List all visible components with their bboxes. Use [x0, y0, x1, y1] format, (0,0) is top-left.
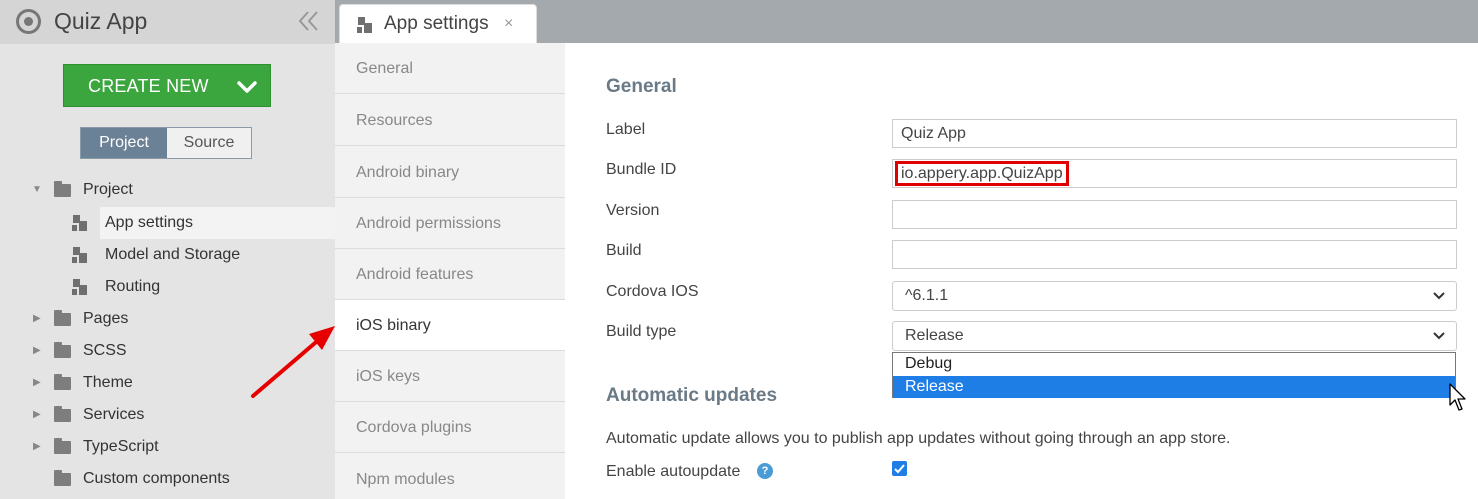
folder-icon [54, 310, 71, 326]
help-icon[interactable]: ? [757, 463, 773, 479]
nav-item-resources[interactable]: Resources [335, 95, 565, 146]
mouse-cursor-icon [1449, 383, 1466, 411]
nav-item-ios-keys[interactable]: iOS keys [335, 351, 565, 402]
bundle-id-value-highlight: io.appery.app.QuizApp [895, 161, 1069, 186]
folder-icon [54, 181, 71, 197]
tab-label: App settings [384, 13, 489, 34]
settings-file-icon [357, 17, 372, 33]
nav-item-cordova-plugins[interactable]: Cordova plugins [335, 402, 565, 453]
checkmark-icon [894, 464, 905, 474]
create-new-label: CREATE NEW [88, 76, 209, 96]
sidebar: Quiz App CREATE NEW Project Source ▼ Pro… [0, 0, 335, 499]
folder-icon [54, 438, 71, 454]
section-title-general: General [606, 76, 677, 97]
caret-right-icon[interactable]: ▶ [33, 304, 41, 334]
label-field-label: Label [606, 121, 646, 138]
automatic-updates-description: Automatic update allows you to publish a… [606, 430, 1231, 447]
version-label: Version [606, 202, 660, 219]
tab-app-settings[interactable]: App settings × [339, 4, 537, 43]
build-type-value: Release [905, 327, 964, 344]
section-title-automatic-updates: Automatic updates [606, 385, 778, 406]
cordova-ios-select[interactable]: ^6.1.1 [892, 281, 1457, 311]
source-view-button[interactable]: Source [167, 128, 251, 158]
chevron-down-icon [1433, 292, 1445, 300]
build-type-dropdown: Debug Release [892, 352, 1456, 398]
create-new-button[interactable]: CREATE NEW [63, 64, 271, 107]
app-title: Quiz App [54, 8, 148, 34]
tree-item-model-storage[interactable]: Model and Storage [0, 240, 335, 270]
tree-item-label: Theme [83, 374, 133, 391]
version-input[interactable] [892, 200, 1457, 229]
tree-item-label: TypeScript [83, 438, 159, 455]
settings-form: General Label Quiz App Bundle ID io.appe… [565, 43, 1478, 499]
enable-autoupdate-checkbox[interactable] [892, 461, 907, 476]
bundle-id-label: Bundle ID [606, 161, 677, 178]
nav-item-android-permissions[interactable]: Android permissions [335, 198, 565, 249]
tree-item-custom-components[interactable]: Custom components [0, 464, 335, 494]
build-type-label: Build type [606, 323, 677, 340]
tree-item-theme[interactable]: ▶ Theme [0, 368, 335, 398]
chevron-down-icon [237, 81, 257, 93]
caret-right-icon[interactable]: ▶ [33, 400, 41, 430]
tree-item-label: App settings [105, 214, 194, 231]
caret-right-icon[interactable]: ▶ [33, 432, 41, 462]
collapse-sidebar-icon[interactable] [296, 8, 322, 38]
build-input[interactable] [892, 240, 1457, 269]
tree-item-label: Custom components [83, 470, 230, 487]
tree-item-label: Project [83, 181, 133, 198]
tree-item-label: Services [83, 406, 145, 423]
view-toggle: Project Source [80, 127, 252, 159]
nav-item-general[interactable]: General [335, 43, 565, 94]
tree-item-label: Pages [83, 310, 129, 327]
tree-item-routing[interactable]: Routing [0, 272, 335, 302]
nav-item-android-binary[interactable]: Android binary [335, 147, 565, 198]
chevron-down-icon [1433, 332, 1445, 340]
tree-item-label: SCSS [83, 342, 127, 359]
caret-down-icon[interactable]: ▼ [32, 175, 42, 205]
folder-icon [54, 342, 71, 358]
routing-file-icon [72, 279, 87, 295]
cordova-ios-label: Cordova IOS [606, 283, 699, 300]
model-file-icon [72, 247, 87, 263]
tree-item-app-settings[interactable]: App settings [0, 208, 335, 238]
label-input[interactable]: Quiz App [892, 119, 1457, 148]
project-view-button[interactable]: Project [81, 128, 167, 158]
tree-item-project[interactable]: ▼ Project [0, 175, 335, 205]
tree-item-scss[interactable]: ▶ SCSS [0, 336, 335, 366]
folder-icon [54, 470, 71, 486]
tree-item-services[interactable]: ▶ Services [0, 400, 335, 430]
nav-item-npm-modules[interactable]: Npm modules [335, 454, 565, 499]
editor-tab-bar: App settings × [335, 0, 1478, 43]
option-debug[interactable]: Debug [893, 353, 1455, 375]
close-icon[interactable]: × [504, 15, 513, 33]
settings-nav: General Resources Android binary Android… [335, 43, 565, 499]
folder-icon [54, 406, 71, 422]
build-type-select[interactable]: Release [892, 321, 1457, 351]
settings-file-icon [72, 215, 87, 231]
option-release[interactable]: Release [893, 376, 1455, 398]
caret-right-icon[interactable]: ▶ [33, 368, 41, 398]
tree-item-pages[interactable]: ▶ Pages [0, 304, 335, 334]
tree-item-label: Routing [105, 278, 161, 295]
build-label: Build [606, 242, 642, 259]
cordova-ios-value: ^6.1.1 [905, 287, 949, 304]
bundle-id-input[interactable]: io.appery.app.QuizApp [892, 159, 1457, 188]
nav-item-android-features[interactable]: Android features [335, 249, 565, 300]
nav-item-ios-binary[interactable]: iOS binary [335, 300, 565, 351]
app-header: Quiz App [0, 0, 335, 44]
enable-autoupdate-label: Enable autoupdate [606, 463, 741, 480]
folder-icon [54, 374, 71, 390]
caret-right-icon[interactable]: ▶ [33, 336, 41, 366]
tree-item-typescript[interactable]: ▶ TypeScript [0, 432, 335, 462]
app-logo-icon [16, 9, 41, 34]
tree-item-label: Model and Storage [105, 246, 241, 263]
